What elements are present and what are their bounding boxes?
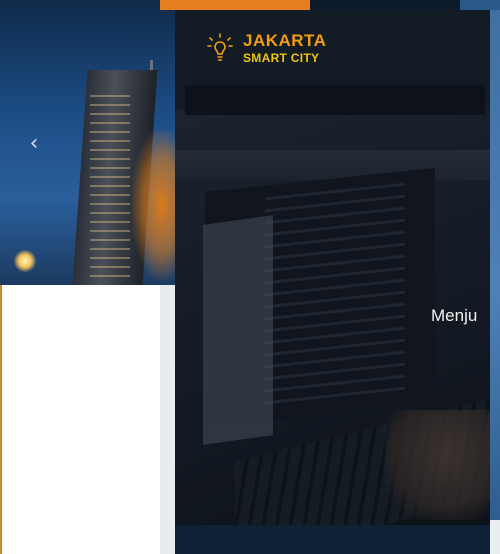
logo-subtitle: SMART CITY bbox=[243, 51, 320, 65]
hero-slide-panel: JAKARTA SMART CITY Menju bbox=[175, 10, 490, 554]
orange-light-glow bbox=[132, 130, 175, 280]
street-lamp-light bbox=[14, 250, 36, 272]
left-content-area bbox=[0, 285, 175, 554]
content-edge-shadow bbox=[160, 285, 175, 554]
carousel-prev-arrow-icon[interactable]: ‹ bbox=[24, 130, 44, 158]
dark-overlay bbox=[175, 10, 490, 554]
left-orange-border bbox=[0, 285, 2, 554]
next-slide-preview bbox=[490, 10, 500, 520]
panel-bottom-bar bbox=[175, 525, 490, 554]
tower-windows bbox=[90, 95, 130, 280]
top-orange-accent bbox=[160, 0, 310, 10]
slide-caption: Menju bbox=[431, 306, 478, 325]
background-slide-image: ‹ bbox=[0, 0, 175, 285]
lightbulb-icon bbox=[207, 33, 233, 63]
next-slide-preview-bottom bbox=[490, 520, 500, 554]
site-logo[interactable]: JAKARTA SMART CITY bbox=[207, 28, 326, 68]
logo-title: JAKARTA bbox=[243, 31, 327, 50]
